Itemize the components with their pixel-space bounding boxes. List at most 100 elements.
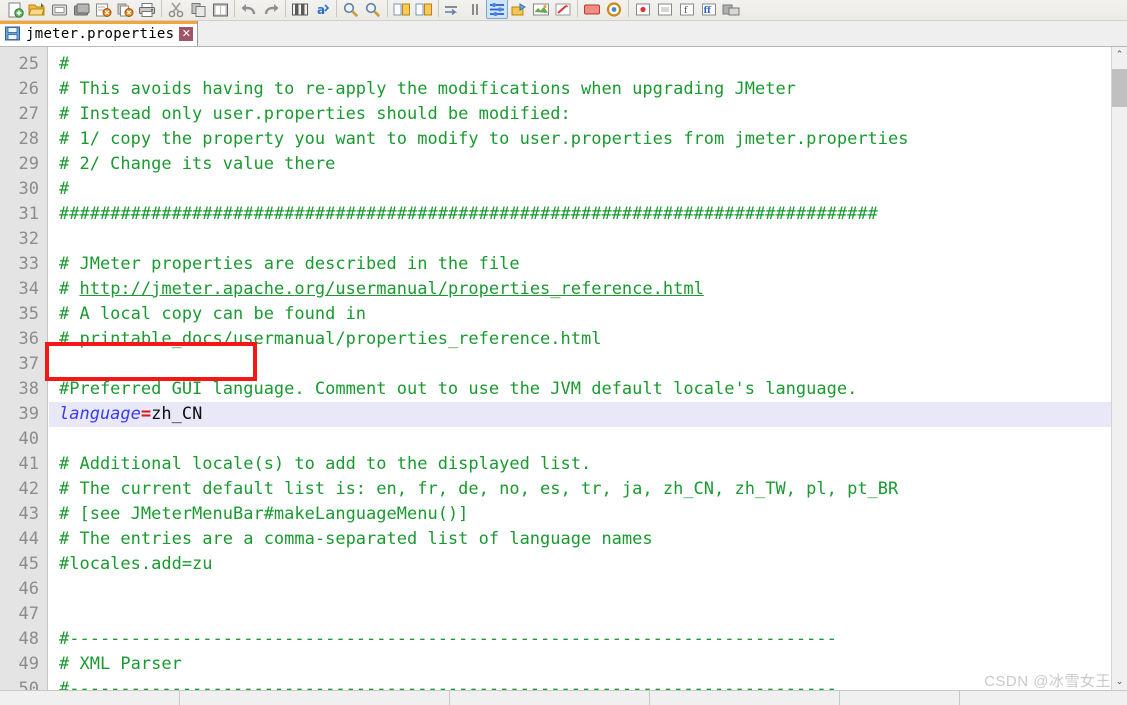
code-line[interactable]: #locales.add=zu — [49, 552, 1111, 577]
code-token-comment: # A local copy can be found in — [59, 304, 367, 324]
sync-scroll-v-icon[interactable] — [391, 0, 413, 19]
code-token-comment: # Instead only user.properties should be… — [59, 104, 571, 124]
save-icon[interactable] — [48, 0, 70, 19]
run-macro-multiple-icon[interactable] — [654, 0, 676, 19]
code-line[interactable]: # [see JMeterMenuBar#makeLanguageMenu()] — [49, 502, 1111, 527]
code-area[interactable]: # # This avoids having to re-apply the mo… — [49, 47, 1111, 690]
zoom-in-icon[interactable] — [340, 0, 362, 19]
code-token-comment: # JMeter properties are described in the… — [59, 254, 520, 274]
code-line[interactable]: # 2/ Change its value there — [49, 152, 1111, 177]
code-token-comment: #locales.add=zu — [59, 554, 213, 574]
code-token-comment: #---------------------------------------… — [59, 679, 837, 690]
code-line[interactable] — [49, 227, 1111, 252]
macro-shortcut-icon[interactable]: ff — [698, 0, 720, 19]
scrollbar-thumb[interactable] — [1112, 69, 1127, 107]
toolbar-separator — [231, 0, 238, 19]
code-line[interactable]: # 1/ copy the property you want to modif… — [49, 127, 1111, 152]
print-icon[interactable] — [136, 0, 158, 19]
scroll-down-arrow-icon[interactable]: ⌄ — [1112, 674, 1127, 690]
code-token-comment: # — [59, 54, 70, 74]
status-cell-language — [0, 691, 180, 705]
undo-icon[interactable] — [238, 0, 260, 19]
paste-icon[interactable] — [209, 0, 231, 19]
tab-bar-empty-area — [198, 21, 1127, 46]
editor-area[interactable]: 25 26 27 28 29 30 31 32 33 34 35 36 37 38 39 40 41 42 43 44… — [0, 47, 1127, 690]
code-line[interactable]: # The entries are a comma-separated list… — [49, 527, 1111, 552]
code-token-comment: # 2/ Change its value there — [59, 154, 336, 174]
toolbar-separator — [158, 0, 165, 19]
code-line-current[interactable]: language=zh_CN — [49, 402, 1111, 427]
code-line[interactable]: #Preferred GUI language. Comment out to … — [49, 377, 1111, 402]
code-line[interactable]: # Additional locale(s) to add to the dis… — [49, 452, 1111, 477]
save-macro-icon[interactable]: f — [676, 0, 698, 19]
code-line[interactable]: #---------------------------------------… — [49, 627, 1111, 652]
user-defined-dialog-icon[interactable] — [508, 0, 530, 19]
scroll-up-arrow-icon[interactable]: ⌃ — [1112, 47, 1127, 63]
code-line[interactable] — [49, 427, 1111, 452]
line-number-gutter: 25 26 27 28 29 30 31 32 33 34 35 36 37 38 39 40 41 42 43 44… — [0, 47, 48, 690]
replace-icon[interactable]: a — [311, 0, 333, 19]
open-file-icon[interactable] — [26, 0, 48, 19]
function-list-icon[interactable] — [552, 0, 574, 19]
line-number: 46 — [18, 579, 39, 599]
line-number: 47 — [18, 604, 39, 624]
line-number: 36 — [18, 329, 39, 349]
sync-scroll-h-icon[interactable] — [413, 0, 435, 19]
line-number: 31 — [18, 204, 39, 224]
code-line[interactable]: # The current default list is: en, fr, d… — [49, 477, 1111, 502]
status-cell-position — [450, 691, 650, 705]
code-line[interactable]: # — [49, 52, 1111, 77]
notepad-plus-plus-window: a f ff jmeter.properties ✕ 25 26 27 28 2… — [0, 0, 1127, 705]
new-file-icon[interactable] — [4, 0, 26, 19]
code-token-comment: # — [59, 279, 80, 299]
code-token-comment: # The entries are a comma-separated list… — [59, 529, 653, 549]
cut-icon[interactable] — [165, 0, 187, 19]
code-line[interactable]: # Instead only user.properties should be… — [49, 102, 1111, 127]
code-line[interactable]: # printable_docs/usermanual/properties_r… — [49, 327, 1111, 352]
code-line[interactable] — [49, 352, 1111, 377]
code-token-comment: # [see JMeterMenuBar#makeLanguageMenu()] — [59, 504, 469, 524]
vertical-scrollbar[interactable]: ⌃ ⌄ — [1111, 47, 1127, 690]
line-number: 50 — [18, 679, 39, 690]
code-token-key: language — [59, 404, 141, 424]
code-token-comment: #Preferred GUI language. Comment out to … — [59, 379, 858, 399]
svg-text:a: a — [317, 3, 325, 17]
code-line[interactable] — [49, 602, 1111, 627]
line-number: 41 — [18, 454, 39, 474]
code-line[interactable]: # XML Parser — [49, 652, 1111, 677]
status-bar — [0, 690, 1127, 705]
code-line[interactable]: # A local copy can be found in — [49, 302, 1111, 327]
close-all-icon[interactable] — [114, 0, 136, 19]
playback-macro-icon[interactable] — [632, 0, 654, 19]
indent-guide-icon[interactable] — [486, 0, 508, 19]
close-file-icon[interactable] — [92, 0, 114, 19]
code-line[interactable] — [49, 577, 1111, 602]
code-line[interactable]: # JMeter properties are described in the… — [49, 252, 1111, 277]
code-line[interactable]: # This avoids having to re-apply the mod… — [49, 77, 1111, 102]
close-icon[interactable]: ✕ — [179, 26, 194, 41]
word-wrap-icon[interactable] — [442, 0, 464, 19]
toolbar-separator — [333, 0, 340, 19]
line-number: 35 — [18, 304, 39, 324]
code-line[interactable]: ########################################… — [49, 202, 1111, 227]
line-number: 27 — [18, 104, 39, 124]
code-line[interactable]: # — [49, 177, 1111, 202]
record-macro-icon[interactable] — [581, 0, 603, 19]
save-all-icon[interactable] — [70, 0, 92, 19]
show-all-chars-icon[interactable] — [464, 0, 486, 19]
line-number: 25 — [18, 54, 39, 74]
status-cell-selection — [650, 691, 840, 705]
document-map-icon[interactable] — [530, 0, 552, 19]
redo-icon[interactable] — [260, 0, 282, 19]
code-line[interactable]: #---------------------------------------… — [49, 677, 1111, 690]
find-icon[interactable] — [289, 0, 311, 19]
stop-macro-icon[interactable] — [603, 0, 625, 19]
zoom-out-icon[interactable] — [362, 0, 384, 19]
window-list-icon[interactable] — [720, 0, 742, 19]
tab-jmeter-properties[interactable]: jmeter.properties ✕ — [0, 21, 199, 46]
code-line[interactable]: # http://jmeter.apache.org/usermanual/pr… — [49, 277, 1111, 302]
toolbar-separator — [384, 0, 391, 19]
code-token-comment: # — [59, 179, 70, 199]
copy-icon[interactable] — [187, 0, 209, 19]
toolbar: a f ff — [0, 0, 1127, 21]
